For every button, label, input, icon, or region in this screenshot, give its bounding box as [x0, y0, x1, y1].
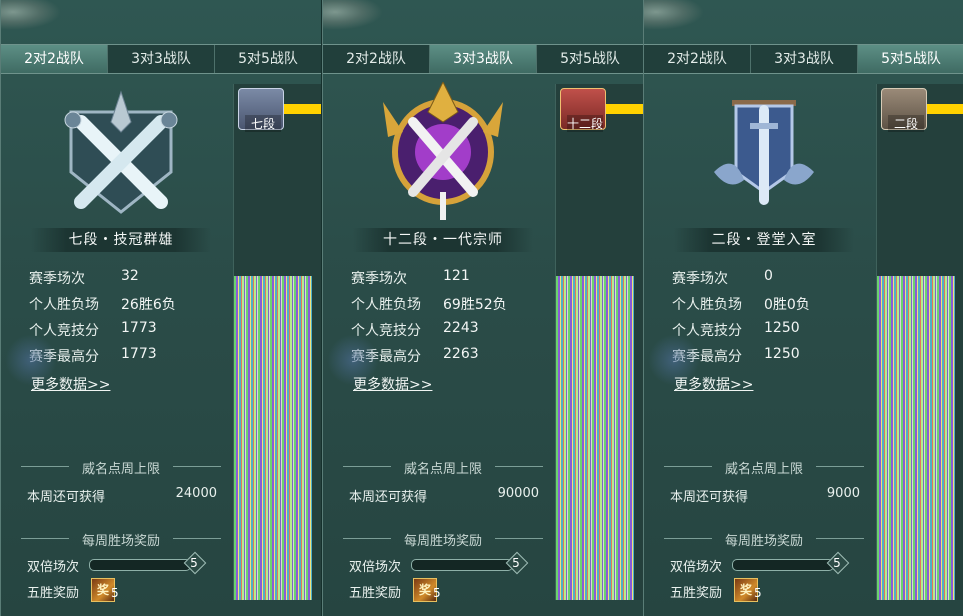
stat-win-loss: 个人胜负场 0胜0负 — [672, 297, 810, 313]
glitch-stripes — [556, 276, 634, 600]
side-strip: 二段 — [876, 84, 963, 600]
reward-count: 5 — [433, 586, 441, 600]
weekly-limit-heading: 威名点周上限 — [343, 458, 543, 477]
five-win-reward-row: 五胜奖励 奖 5 — [27, 578, 217, 604]
rank-chest-icon[interactable]: 七段 — [238, 88, 284, 132]
reward-count: 5 — [111, 586, 119, 600]
glitch-stripes — [234, 276, 312, 600]
more-data-link[interactable]: 更多数据>> — [353, 374, 432, 394]
double-count: 5 — [190, 556, 198, 570]
reward-count: 5 — [754, 586, 762, 600]
rank-chest-icon[interactable]: 二段 — [881, 88, 927, 132]
stat-win-loss: 个人胜负场 26胜6负 — [29, 297, 176, 313]
tab-5v5[interactable]: 5对5战队 — [537, 45, 643, 73]
double-matches-row: 双倍场次 5 — [349, 551, 539, 575]
top-ornament — [644, 0, 704, 30]
arena-panel-2v2: 2对2战队 3对3战队 5对5战队 七段・技冠群雄 赛季场次 32 个人胜负场 … — [0, 0, 322, 616]
yellow-bar — [284, 104, 321, 114]
glitch-stripes — [877, 276, 955, 600]
arena-panel-3v3: 2对2战队 3对3战队 5对5战队 十二段・一代宗师 赛季场次 121 个人胜负… — [322, 0, 644, 616]
more-data-link[interactable]: 更多数据>> — [674, 374, 753, 394]
top-ornament — [1, 0, 61, 30]
double-count: 5 — [512, 556, 520, 570]
double-progress-bar — [89, 559, 191, 571]
tab-2v2[interactable]: 2对2战队 — [644, 45, 751, 73]
tab-3v3[interactable]: 3对3战队 — [430, 45, 537, 73]
tab-3v3[interactable]: 3对3战队 — [108, 45, 215, 73]
side-strip: 七段 — [233, 84, 321, 600]
team-mode-tabs: 2对2战队 3对3战队 5对5战队 — [644, 44, 963, 74]
five-win-reward-row: 五胜奖励 奖 5 — [349, 578, 539, 604]
yellow-bar — [927, 104, 963, 114]
weekly-limit-heading: 威名点周上限 — [664, 458, 864, 477]
double-count: 5 — [833, 556, 841, 570]
stat-season-matches: 赛季场次 121 — [351, 268, 470, 287]
stat-season-matches: 赛季场次 0 — [672, 268, 773, 287]
double-progress-bar — [732, 559, 834, 571]
rank-emblem-icon — [684, 82, 844, 222]
stat-win-loss: 个人胜负场 69胜52负 — [351, 297, 507, 313]
rank-title: 十二段・一代宗师 — [353, 228, 533, 252]
tab-5v5[interactable]: 5对5战队 — [858, 45, 963, 73]
rank-emblem-icon — [41, 82, 201, 222]
tab-2v2[interactable]: 2对2战队 — [323, 45, 430, 73]
rank-emblem-icon — [363, 80, 523, 222]
team-mode-tabs: 2对2战队 3对3战队 5对5战队 — [323, 44, 643, 74]
weekly-reward-heading: 每周胜场奖励 — [21, 530, 221, 549]
weekly-limit-heading: 威名点周上限 — [21, 458, 221, 477]
double-matches-row: 双倍场次 5 — [27, 551, 217, 575]
weekly-reward-heading: 每周胜场奖励 — [343, 530, 543, 549]
arena-panel-5v5: 2对2战队 3对3战队 5对5战队 二段・登堂入室 赛季场次 0 个人胜负场 0… — [643, 0, 963, 616]
top-ornament — [323, 0, 383, 30]
weekly-reward-heading: 每周胜场奖励 — [664, 530, 864, 549]
five-win-reward-row: 五胜奖励 奖 5 — [670, 578, 860, 604]
stat-season-matches: 赛季场次 32 — [29, 268, 139, 287]
rank-title: 二段・登堂入室 — [674, 228, 854, 252]
more-data-link[interactable]: 更多数据>> — [31, 374, 110, 394]
tab-3v3[interactable]: 3对3战队 — [751, 45, 858, 73]
rank-title: 七段・技冠群雄 — [31, 228, 211, 252]
double-matches-row: 双倍场次 5 — [670, 551, 860, 575]
rank-chest-icon[interactable]: 十二段 — [560, 88, 606, 132]
yellow-bar — [606, 104, 643, 114]
tab-5v5[interactable]: 5对5战队 — [215, 45, 321, 73]
tab-2v2[interactable]: 2对2战队 — [1, 45, 108, 73]
double-progress-bar — [411, 559, 513, 571]
team-mode-tabs: 2对2战队 3对3战队 5对5战队 — [1, 44, 321, 74]
side-strip: 十二段 — [555, 84, 643, 600]
